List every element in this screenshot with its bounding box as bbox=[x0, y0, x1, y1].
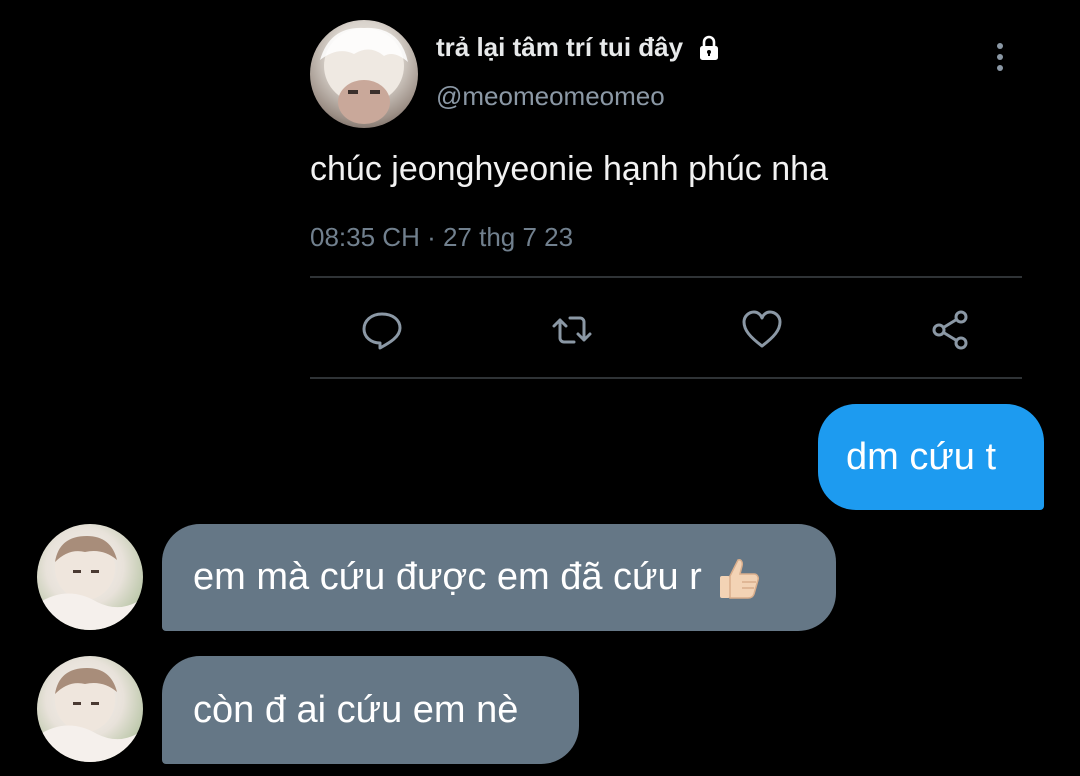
tweet-author-avatar[interactable] bbox=[310, 20, 418, 128]
reply-icon[interactable] bbox=[360, 308, 404, 352]
message-text: còn đ ai cứu em nè bbox=[193, 688, 519, 731]
contact-avatar[interactable] bbox=[37, 656, 143, 762]
tweet-text: chúc jeonghyeonie hạnh phúc nha bbox=[310, 150, 828, 188]
avatar-portrait-icon bbox=[37, 536, 143, 630]
lock-icon bbox=[695, 34, 723, 62]
heart-icon[interactable] bbox=[740, 308, 784, 352]
share-icon[interactable] bbox=[928, 308, 972, 352]
message-bubble-sent[interactable]: dm cứu t bbox=[818, 404, 1044, 510]
message-bubble-received[interactable]: còn đ ai cứu em nè bbox=[162, 656, 579, 764]
contact-avatar[interactable] bbox=[37, 524, 143, 630]
message-bubble-received[interactable]: em mà cứu được em đã cứu r bbox=[162, 524, 836, 631]
message-text: dm cứu t bbox=[846, 435, 997, 478]
retweet-icon[interactable] bbox=[550, 308, 594, 352]
tweet-divider-top bbox=[310, 276, 1022, 278]
tweet-author-name[interactable]: trả lại tâm trí tui đây bbox=[436, 32, 683, 63]
avatar-portrait-icon bbox=[320, 27, 408, 124]
tweet-timestamp[interactable]: 08:35 CH · 27 thg 7 23 bbox=[310, 222, 573, 253]
message-text: em mà cứu được em đã cứu r bbox=[193, 556, 702, 598]
tweet-divider-bottom bbox=[310, 377, 1022, 379]
avatar-portrait-icon bbox=[37, 668, 143, 762]
more-vertical-icon[interactable] bbox=[994, 42, 1006, 72]
thumbs-up-icon bbox=[714, 554, 762, 602]
tweet-card[interactable]: trả lại tâm trí tui đây @meomeomeomeo ch… bbox=[310, 18, 1022, 380]
tweet-author-handle[interactable]: @meomeomeomeo bbox=[436, 81, 665, 112]
